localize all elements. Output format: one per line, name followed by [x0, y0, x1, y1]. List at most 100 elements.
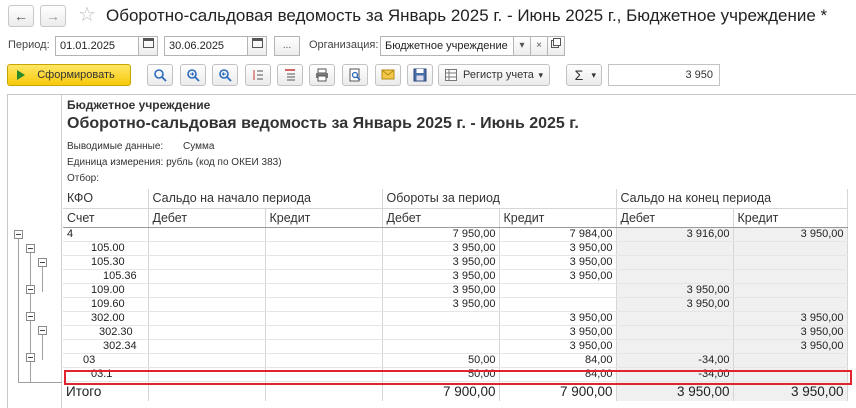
collapse-group-302-30-icon[interactable] — [38, 326, 47, 335]
amount-cell[interactable] — [616, 339, 734, 354]
account-cell[interactable]: 302.00 — [63, 311, 149, 326]
amount-cell[interactable] — [382, 339, 500, 354]
preview-icon[interactable] — [342, 64, 368, 86]
date-from-field[interactable]: 01.01.2025 — [55, 36, 139, 56]
amount-cell[interactable]: 3 950,00 — [499, 311, 617, 326]
amount-cell[interactable]: 3 950,00 — [616, 297, 734, 312]
amount-cell[interactable]: 3 950,00 — [499, 255, 617, 270]
amount-cell[interactable]: 3 950,00 — [733, 339, 848, 354]
table-row[interactable]: 105.00 3 950,00 3 950,00 — [63, 241, 848, 256]
amount-cell[interactable] — [265, 367, 383, 382]
expand-groups-icon[interactable] — [277, 64, 303, 86]
table-row[interactable]: 4 7 950,00 7 984,00 3 916,00 3 950,00 — [63, 227, 848, 242]
amount-cell[interactable] — [265, 297, 383, 312]
period-select-button[interactable]: ... — [274, 36, 300, 56]
search-icon[interactable] — [147, 64, 173, 86]
account-cell[interactable]: 105.30 — [63, 255, 149, 270]
amount-cell[interactable] — [265, 325, 383, 340]
search-prev-icon[interactable] — [212, 64, 238, 86]
account-cell[interactable]: 109.60 — [63, 297, 149, 312]
search-next-icon[interactable] — [180, 64, 206, 86]
collapse-group-03-icon[interactable] — [26, 353, 35, 362]
amount-cell[interactable] — [616, 241, 734, 256]
account-cell[interactable]: 302.30 — [63, 325, 149, 340]
collapse-groups-icon[interactable] — [245, 64, 271, 86]
back-arrow-icon[interactable]: ← — [8, 5, 34, 27]
amount-cell[interactable] — [616, 269, 734, 284]
collapse-group-105-00-icon[interactable] — [26, 244, 35, 253]
amount-cell[interactable] — [733, 255, 848, 270]
amount-cell[interactable] — [616, 325, 734, 340]
generate-button[interactable]: Сформировать — [7, 64, 131, 86]
amount-cell[interactable] — [382, 311, 500, 326]
table-row[interactable]: 105.36 3 950,00 3 950,00 — [63, 269, 848, 284]
account-cell[interactable]: 4 — [63, 227, 149, 242]
amount-cell[interactable]: 3 950,00 — [382, 241, 500, 256]
amount-cell[interactable] — [148, 353, 266, 368]
collapse-group-105-30-icon[interactable] — [38, 258, 47, 267]
clear-icon[interactable]: × — [530, 36, 548, 56]
table-row[interactable]: 03 50,00 84,00 -34,00 — [63, 353, 848, 368]
calendar-from-icon[interactable] — [138, 36, 158, 56]
amount-cell[interactable]: -34,00 — [616, 367, 734, 382]
amount-cell[interactable] — [733, 269, 848, 284]
amount-cell[interactable] — [616, 255, 734, 270]
save-icon[interactable] — [407, 64, 433, 86]
register-button[interactable]: Регистр учета ▾ — [438, 64, 550, 86]
amount-cell[interactable]: 3 950,00 — [382, 255, 500, 270]
amount-cell[interactable] — [382, 325, 500, 340]
forward-arrow-icon[interactable]: → — [40, 5, 66, 27]
table-row[interactable]: 302.00 3 950,00 3 950,00 — [63, 311, 848, 326]
amount-cell[interactable] — [733, 241, 848, 256]
amount-cell[interactable]: 3 950,00 — [382, 269, 500, 284]
collapse-group-109-00-icon[interactable] — [26, 285, 35, 294]
amount-cell[interactable]: 3 950,00 — [733, 227, 848, 242]
table-row[interactable]: 302.34 3 950,00 3 950,00 — [63, 339, 848, 354]
amount-cell[interactable] — [733, 297, 848, 312]
amount-cell[interactable]: 3 950,00 — [499, 339, 617, 354]
amount-cell[interactable]: 3 950,00 — [382, 283, 500, 298]
print-icon[interactable] — [309, 64, 335, 86]
amount-cell[interactable] — [499, 283, 617, 298]
amount-cell[interactable]: 3 950,00 — [733, 311, 848, 326]
amount-cell[interactable]: 3 950,00 — [733, 325, 848, 340]
amount-cell[interactable] — [265, 339, 383, 354]
calendar-to-icon[interactable] — [247, 36, 267, 56]
amount-cell[interactable] — [148, 241, 266, 256]
account-cell[interactable]: 302.34 — [63, 339, 149, 354]
amount-cell[interactable]: 7 984,00 — [499, 227, 617, 242]
amount-cell[interactable]: 50,00 — [382, 367, 500, 382]
amount-cell[interactable]: 3 916,00 — [616, 227, 734, 242]
amount-cell[interactable] — [265, 255, 383, 270]
favorite-star-icon[interactable]: ☆ — [78, 3, 96, 27]
amount-cell[interactable]: -34,00 — [616, 353, 734, 368]
amount-cell[interactable] — [148, 339, 266, 354]
amount-cell[interactable]: 3 950,00 — [382, 297, 500, 312]
amount-cell[interactable] — [148, 227, 266, 242]
amount-cell[interactable] — [148, 283, 266, 298]
amount-cell[interactable] — [616, 311, 734, 326]
amount-cell[interactable]: 3 950,00 — [499, 269, 617, 284]
amount-cell[interactable]: 84,00 — [499, 353, 617, 368]
organization-field[interactable]: Бюджетное учреждение — [380, 36, 514, 56]
amount-cell[interactable] — [148, 325, 266, 340]
amount-cell[interactable] — [148, 311, 266, 326]
collapse-group-4-icon[interactable] — [14, 230, 23, 239]
collapse-group-302-00-icon[interactable] — [26, 312, 35, 321]
table-row[interactable]: 105.30 3 950,00 3 950,00 — [63, 255, 848, 270]
amount-cell[interactable] — [265, 227, 383, 242]
amount-cell[interactable] — [265, 283, 383, 298]
account-cell[interactable]: 03 — [63, 353, 149, 368]
amount-cell[interactable] — [148, 297, 266, 312]
amount-cell[interactable] — [265, 269, 383, 284]
account-cell[interactable]: 109.00 — [63, 283, 149, 298]
table-row[interactable]: 109.60 3 950,00 3 950,00 — [63, 297, 848, 312]
amount-cell[interactable] — [265, 353, 383, 368]
amount-cell[interactable] — [148, 255, 266, 270]
amount-cell[interactable] — [265, 241, 383, 256]
amount-cell[interactable] — [148, 269, 266, 284]
account-cell[interactable]: 105.36 — [63, 269, 149, 284]
amount-cell[interactable]: 3 950,00 — [499, 241, 617, 256]
account-cell[interactable]: 03.1 — [63, 367, 149, 382]
amount-cell[interactable]: 7 950,00 — [382, 227, 500, 242]
